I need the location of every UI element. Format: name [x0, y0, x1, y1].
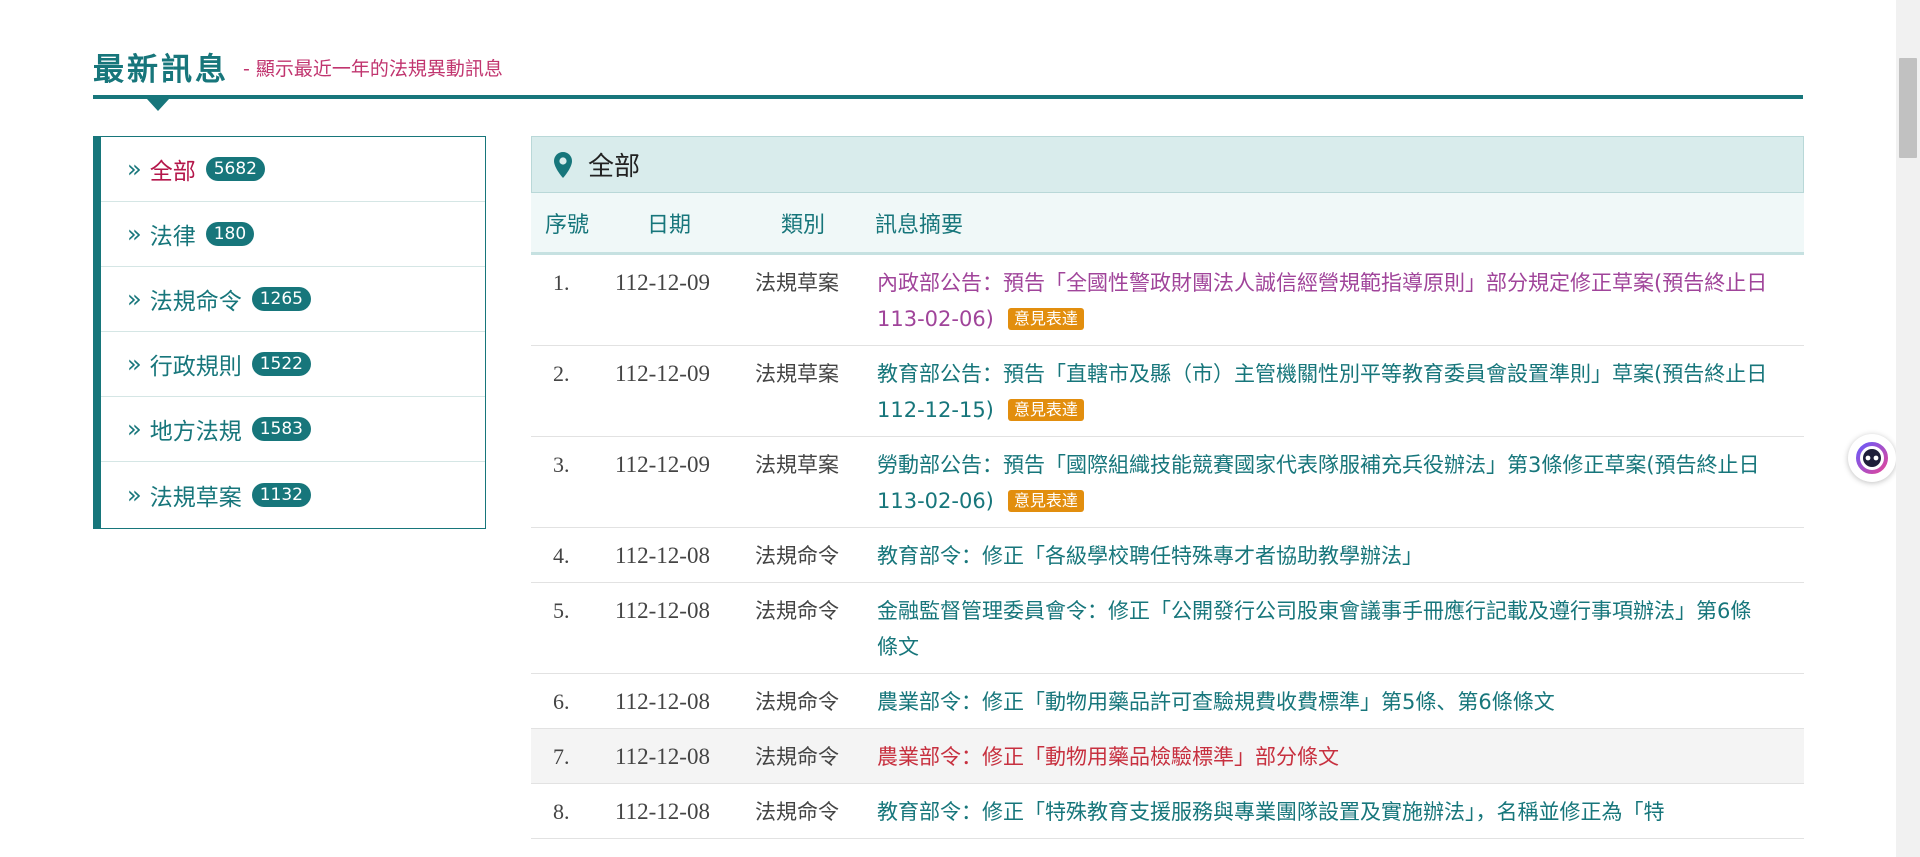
row-date: 112-12-09	[615, 270, 710, 295]
sidebar-item-label: 行政規則	[149, 354, 242, 380]
row-summary-link[interactable]: 教育部令：修正「特殊教育支援服務與專業團隊設置及實施辦法」，名稱並修正為「特	[875, 794, 1804, 830]
sidebar-item-all[interactable]: » 全部 5682	[101, 137, 485, 202]
header-notch	[147, 99, 169, 111]
row-category: 法規命令	[755, 690, 839, 714]
row-category: 法規命令	[755, 544, 839, 568]
count-badge: 180	[205, 222, 255, 246]
chevron-right-icon: »	[127, 415, 142, 443]
row-category: 法規草案	[755, 271, 839, 295]
table-header: 序號 日期 類別 訊息摘要	[531, 193, 1804, 255]
header-date: 日期	[647, 212, 692, 238]
count-badge: 1265	[251, 287, 311, 311]
row-summary-link[interactable]: 農業部令：修正「動物用藥品許可查驗規費收費標準」第5條、第6條條文	[875, 684, 1804, 720]
row-summary-link[interactable]: 金融監督管理委員會令：修正「公開發行公司股東會議事手冊應行記載及遵行事項辦法」第…	[875, 593, 1804, 665]
table-row: 6. 112-12-08 法規命令 農業部令：修正「動物用藥品許可查驗規費收費標…	[531, 674, 1804, 729]
row-summary-link[interactable]: 農業部令：修正「動物用藥品檢驗標準」部分條文	[875, 739, 1804, 775]
row-number: 7.	[553, 744, 570, 769]
row-number: 5.	[553, 598, 570, 623]
header-no: 序號	[545, 212, 590, 238]
opinion-button[interactable]: 意見表達	[1007, 308, 1084, 330]
count-badge: 5682	[205, 157, 265, 181]
page-title: 最新訊息	[93, 52, 229, 88]
vertical-scrollbar[interactable]	[1896, 0, 1920, 857]
header-summary: 訊息摘要	[875, 212, 964, 238]
row-summary-link[interactable]: 勞動部公告：預告「國際組織技能競賽國家代表隊服補充兵役辦法」第3條修正草案(預告…	[875, 447, 1804, 519]
row-number: 6.	[553, 689, 570, 714]
table-row: 8. 112-12-08 法規命令 教育部令：修正「特殊教育支援服務與專業團隊設…	[531, 784, 1804, 839]
chevron-right-icon: »	[127, 480, 142, 509]
row-number: 2.	[553, 361, 570, 386]
count-badge: 1583	[251, 417, 311, 441]
table-row: 1. 112-12-09 法規草案 內政部公告：預告「全國性警政財團法人誠信經營…	[531, 255, 1804, 346]
scrollbar-thumb[interactable]	[1899, 58, 1917, 158]
row-summary-link[interactable]: 教育部令：修正「各級學校聘任特殊專才者協助教學辦法」	[875, 538, 1804, 574]
table-row: 5. 112-12-08 法規命令 金融監督管理委員會令：修正「公開發行公司股東…	[531, 583, 1804, 674]
header-category: 類別	[781, 212, 826, 238]
sidebar-item-label: 全部	[149, 159, 196, 185]
sidebar-item-local-regulation[interactable]: » 地方法規 1583	[101, 397, 485, 462]
row-summary-link[interactable]: 教育部公告：預告「直轄市及縣（市）主管機關性別平等教育委員會設置準則」草案(預告…	[875, 356, 1804, 428]
sidebar-item-law[interactable]: » 法律 180	[101, 202, 485, 267]
opinion-button[interactable]: 意見表達	[1007, 399, 1084, 421]
news-table: 序號 日期 類別 訊息摘要 1. 112-12-09 法規草案 內政部公告：預告…	[531, 193, 1804, 839]
row-category: 法規命令	[755, 800, 839, 824]
row-category: 法規草案	[755, 362, 839, 386]
row-date: 112-12-08	[615, 689, 710, 714]
row-summary-link[interactable]: 內政部公告：預告「全國性警政財團法人誠信經營規範指導原則」部分規定修正草案(預告…	[875, 265, 1804, 337]
row-number: 4.	[553, 543, 570, 568]
table-row: 7. 112-12-08 法規命令 農業部令：修正「動物用藥品檢驗標準」部分條文	[531, 729, 1804, 784]
table-row: 3. 112-12-09 法規草案 勞動部公告：預告「國際組織技能競賽國家代表隊…	[531, 437, 1804, 528]
opinion-button[interactable]: 意見表達	[1007, 490, 1084, 512]
table-row: 4. 112-12-08 法規命令 教育部令：修正「各級學校聘任特殊專才者協助教…	[531, 528, 1804, 583]
chevron-right-icon: »	[127, 350, 142, 378]
page-subtitle: - 顯示最近一年的法規異動訊息	[243, 58, 503, 80]
row-number: 3.	[553, 452, 570, 477]
sidebar-item-admin-rule[interactable]: » 行政規則 1522	[101, 332, 485, 397]
chevron-right-icon: »	[127, 155, 142, 183]
sidebar-item-label: 法規草案	[149, 484, 242, 511]
sidebar-item-draft[interactable]: » 法規草案 1132	[101, 462, 485, 527]
sidebar-item-label: 法律	[149, 224, 196, 250]
row-category: 法規命令	[755, 599, 839, 623]
row-date: 112-12-08	[615, 598, 710, 623]
assistant-face-icon	[1856, 442, 1888, 474]
chevron-right-icon: »	[127, 285, 142, 313]
panel-header: 全部	[531, 136, 1804, 193]
category-sidebar: » 全部 5682 » 法律 180 » 法規命令 1265 » 行政規則 15…	[93, 136, 486, 529]
count-badge: 1522	[251, 352, 311, 376]
row-date: 112-12-09	[615, 452, 710, 477]
row-date: 112-12-08	[615, 799, 710, 824]
sidebar-item-regulation[interactable]: » 法規命令 1265	[101, 267, 485, 332]
map-pin-icon	[554, 151, 572, 178]
sidebar-item-label: 法規命令	[149, 289, 242, 315]
sidebar-item-label: 地方法規	[149, 419, 242, 445]
row-number: 1.	[553, 270, 570, 295]
page-header: 最新訊息 - 顯示最近一年的法規異動訊息	[93, 40, 1803, 98]
header-divider	[93, 95, 1803, 99]
count-badge: 1132	[251, 482, 311, 507]
row-category: 法規命令	[755, 745, 839, 769]
chevron-right-icon: »	[127, 220, 142, 248]
row-date: 112-12-09	[615, 361, 710, 386]
row-category: 法規草案	[755, 453, 839, 477]
row-date: 112-12-08	[615, 744, 710, 769]
assistant-widget-button[interactable]	[1848, 434, 1896, 482]
row-number: 8.	[553, 799, 570, 824]
table-row: 2. 112-12-09 法規草案 教育部公告：預告「直轄市及縣（市）主管機關性…	[531, 346, 1804, 437]
panel-title: 全部	[588, 152, 641, 182]
row-date: 112-12-08	[615, 543, 710, 568]
